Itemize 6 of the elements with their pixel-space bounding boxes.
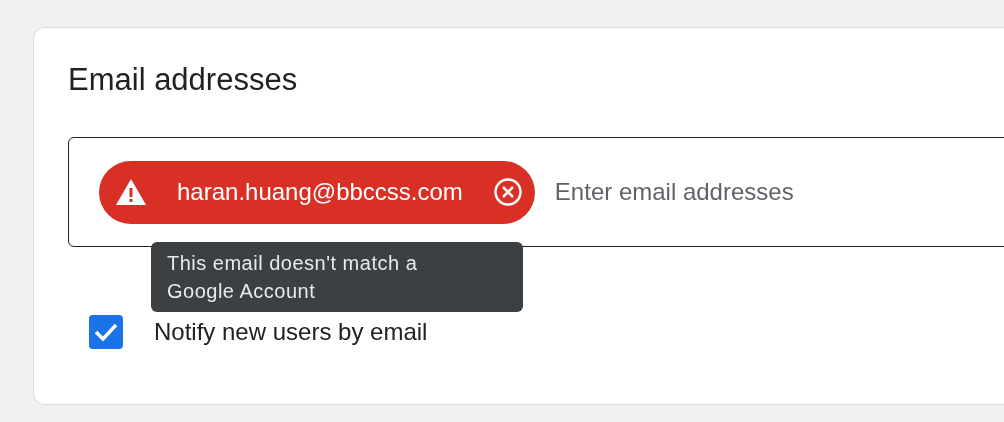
notify-checkbox[interactable] bbox=[89, 315, 123, 349]
remove-icon[interactable] bbox=[492, 177, 523, 207]
warning-icon bbox=[115, 178, 147, 206]
checkbox-label: Notify new users by email bbox=[154, 318, 428, 346]
error-tooltip: This email doesn't match a Google Account bbox=[151, 241, 523, 312]
section-title: Email addresses bbox=[68, 61, 298, 99]
